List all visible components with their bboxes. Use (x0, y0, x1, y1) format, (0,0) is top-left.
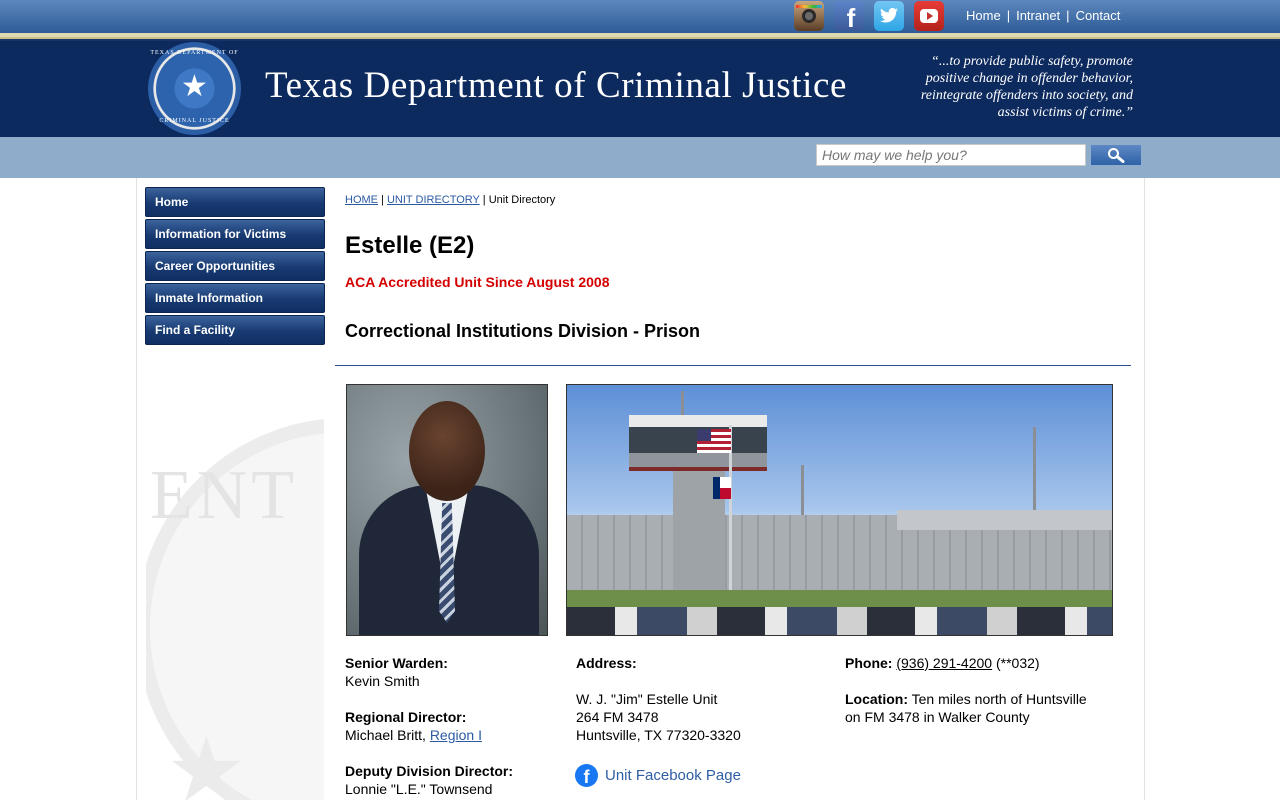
warden-head (409, 401, 485, 501)
twitter-bird-icon (880, 8, 898, 23)
seal-bottom-text: CRIMINAL JUSTICE (159, 118, 230, 124)
parked-cars (567, 607, 1112, 635)
deputy-director-label: Deputy Division Director: (345, 763, 514, 779)
address-line: W. J. "Jim" Estelle Unit (576, 691, 718, 707)
facebook-glyph: f (846, 3, 856, 33)
location-label: Location: (845, 691, 908, 707)
youtube-icon[interactable] (914, 1, 944, 31)
unit-photo (566, 384, 1113, 636)
sidebar-item-information-for-victims[interactable]: Information for Victims (145, 219, 325, 249)
motto-line: positive change in offender behavior, (925, 71, 1133, 86)
unit-facebook-label: Unit Facebook Page (605, 767, 741, 784)
search-icon (1108, 148, 1125, 163)
motto-line: reintegrate offenders into society, and (920, 88, 1133, 103)
top-link-separator: | (1066, 8, 1070, 23)
watermark-text: ENT (150, 457, 299, 534)
regional-director-label: Regional Director: (345, 709, 467, 725)
breadcrumb-unit-directory-link[interactable]: UNIT DIRECTORY (387, 194, 480, 206)
top-link-intranet[interactable]: Intranet (1016, 8, 1060, 23)
address-line: Huntsville, TX 77320-3320 (576, 727, 741, 743)
top-links: Home | Intranet | Contact (966, 8, 1120, 23)
instagram-icon[interactable] (794, 1, 824, 31)
section-divider (335, 365, 1131, 366)
breadcrumb: HOME | UNIT DIRECTORY | Unit Directory (345, 194, 555, 206)
location-line: Ten miles north of Huntsville (911, 691, 1087, 707)
seal-watermark: ENT ★ (146, 418, 324, 800)
senior-warden-label: Senior Warden: (345, 655, 448, 671)
texas-flag (713, 477, 731, 499)
address-info: Address: W. J. "Jim" Estelle Unit 264 FM… (576, 654, 826, 744)
us-flag (697, 429, 731, 453)
facebook-icon[interactable]: f (834, 1, 864, 33)
breadcrumb-separator: | (378, 194, 387, 206)
tdcj-seal-logo[interactable]: TEXAS DEPARTMENT OF ★ CRIMINAL JUSTICE (148, 42, 241, 135)
header-divider (0, 33, 1280, 41)
site-title[interactable]: Texas Department of Criminal Justice (265, 64, 847, 107)
site-header: TEXAS DEPARTMENT OF ★ CRIMINAL JUSTICE T… (0, 41, 1280, 137)
motto-line: “...to provide public safety, promote (931, 54, 1133, 69)
motto-line: assist victims of crime.” (997, 105, 1133, 120)
instagram-strip (796, 5, 822, 8)
region-link[interactable]: Region I (430, 727, 482, 743)
top-bar: f Home | Intranet | Contact (0, 0, 1280, 33)
unit-building-roof (897, 510, 1112, 530)
sidebar-nav: Home Information for Victims Career Oppo… (145, 187, 325, 347)
light-pole (801, 465, 804, 515)
instagram-lens (802, 9, 816, 23)
phone-extension: (**032) (995, 655, 1040, 671)
senior-warden-name: Kevin Smith (345, 673, 420, 689)
breadcrumb-separator: | (479, 194, 489, 206)
sidebar-item-find-a-facility[interactable]: Find a Facility (145, 315, 325, 345)
twitter-icon[interactable] (874, 1, 904, 31)
light-pole (1033, 427, 1036, 517)
search-button[interactable] (1091, 145, 1141, 165)
address-line: 264 FM 3478 (576, 709, 659, 725)
top-link-home[interactable]: Home (966, 8, 1001, 23)
mission-motto: “...to provide public safety, promote po… (900, 53, 1133, 121)
phone-number-link[interactable]: (936) 291-4200 (896, 655, 992, 671)
search-input[interactable] (816, 144, 1086, 166)
division-heading: Correctional Institutions Division - Pri… (345, 321, 701, 341)
phone-label: Phone: (845, 655, 893, 671)
regional-director-name: Michael Britt, (345, 727, 426, 743)
facebook-circle-icon: f (575, 764, 598, 787)
youtube-play-icon (920, 9, 938, 23)
aca-accreditation: ACA Accredited Unit Since August 2008 (345, 274, 610, 290)
seal-star-icon: ★ (181, 70, 208, 103)
sidebar-item-home[interactable]: Home (145, 187, 325, 217)
breadcrumb-current: Unit Directory (488, 194, 556, 206)
address-label: Address: (576, 655, 637, 671)
page-title: Estelle (E2) (345, 232, 475, 259)
breadcrumb-home-link[interactable]: HOME (345, 194, 378, 206)
contact-info: Phone: (936) 291-4200 (**032) Location: … (845, 654, 1115, 726)
sidebar-item-career-opportunities[interactable]: Career Opportunities (145, 251, 325, 281)
top-link-separator: | (1006, 8, 1011, 23)
location-line: on FM 3478 in Walker County (845, 709, 1030, 725)
seal-top-text: TEXAS DEPARTMENT OF (150, 50, 239, 56)
staff-info: Senior Warden: Kevin Smith Regional Dire… (345, 654, 560, 798)
deputy-director-name: Lonnie "L.E." Townsend (345, 781, 493, 797)
watermark-star-icon: ★ (166, 721, 247, 800)
sidebar-item-inmate-information[interactable]: Inmate Information (145, 283, 325, 313)
top-link-contact[interactable]: Contact (1076, 8, 1121, 23)
search-bar (0, 137, 1280, 178)
warden-photo (346, 384, 548, 636)
